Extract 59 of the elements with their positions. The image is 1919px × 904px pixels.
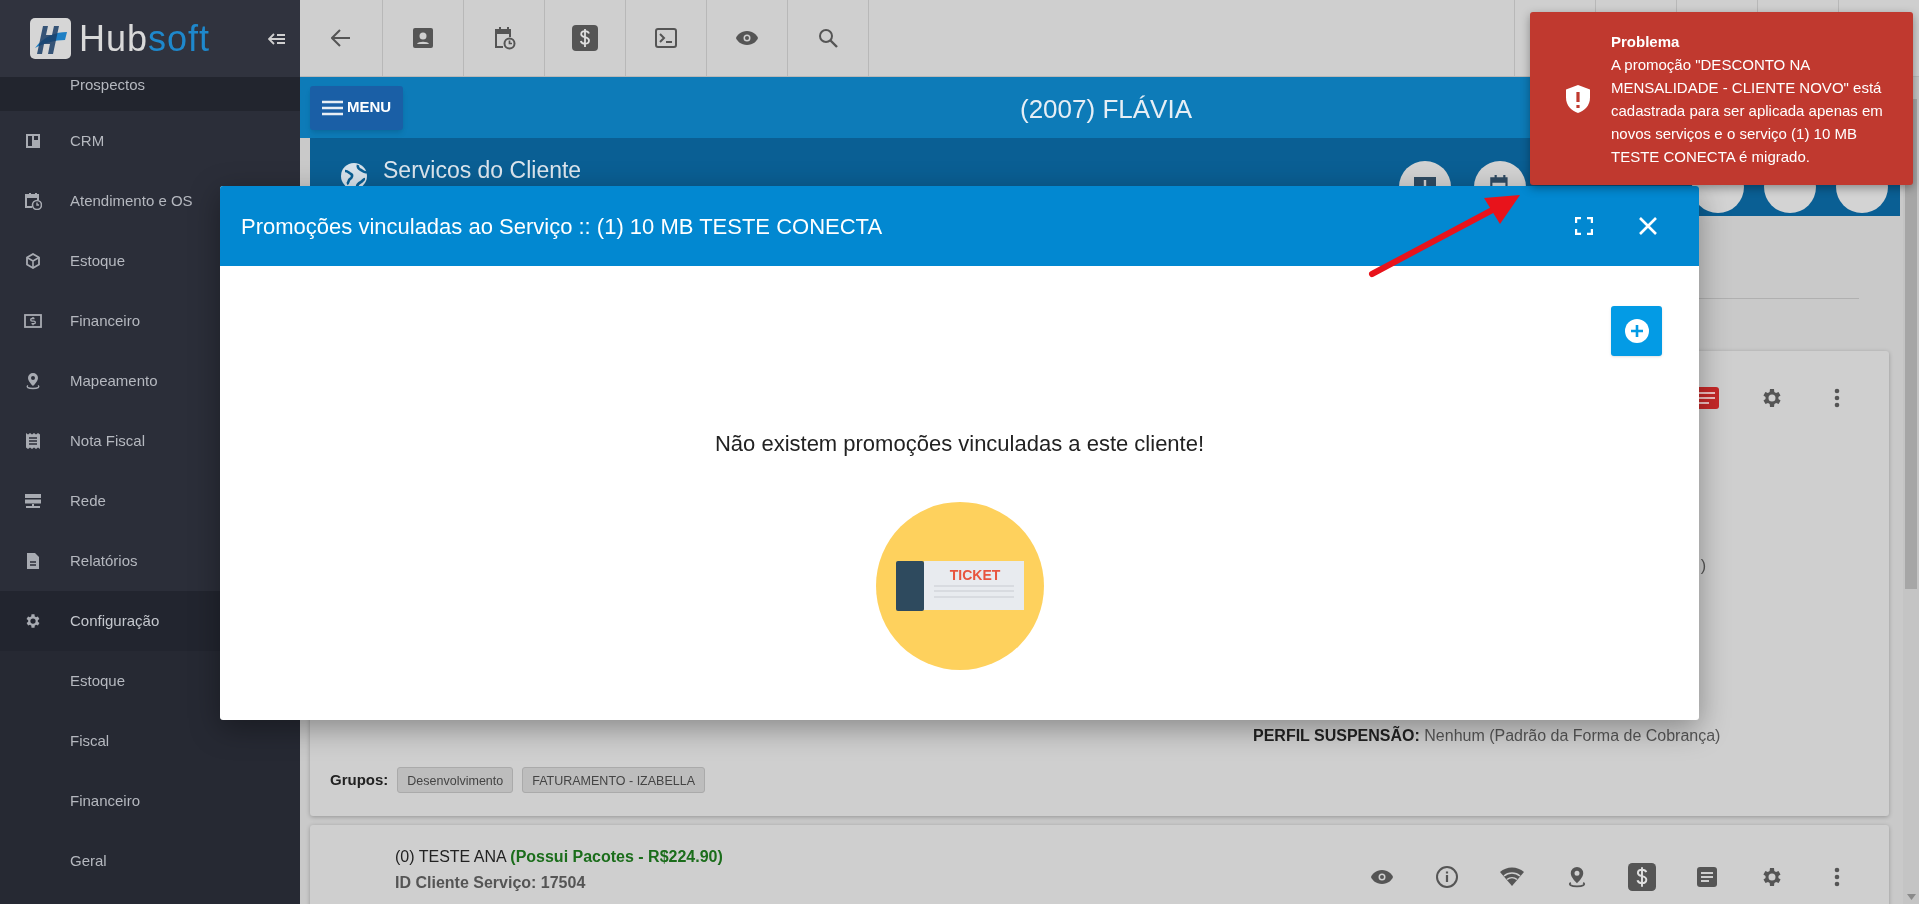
- sidebar-item[interactable]: Nota Fiscal: [0, 411, 300, 471]
- collapse-icon[interactable]: [268, 31, 286, 46]
- more-options-icon[interactable]: [1833, 867, 1840, 887]
- sidebar-item[interactable]: Financeiro: [0, 291, 300, 351]
- group-tag: Desenvolvimento: [397, 767, 514, 793]
- wifi-icon[interactable]: [1498, 867, 1525, 887]
- close-icon[interactable]: [1639, 217, 1657, 235]
- sidebar-subitem[interactable]: Financeiro: [0, 771, 300, 831]
- money-icon: [24, 314, 42, 328]
- add-icon: [1623, 318, 1650, 344]
- location-pin-icon[interactable]: [1566, 865, 1587, 889]
- section-title: Servicos do Cliente: [383, 156, 582, 184]
- ticket-label: TICKET: [949, 567, 1000, 583]
- info-icon[interactable]: [1434, 865, 1459, 889]
- modal-title: Promoções vinculadas ao Serviço :: (1) 10 MB TESTE CONECTA: [241, 212, 883, 241]
- dollar-icon[interactable]: [1627, 863, 1656, 891]
- fullscreen-icon[interactable]: [1575, 217, 1593, 235]
- more-options-icon[interactable]: [1833, 388, 1840, 408]
- notification-message: A promoção "DESCONTO NA MENSALIDADE - CLIENTE NOVO" está cadastrada para ser aplicada apenas em novos serviços e o serviço (1) 10 MB TESTE CONECTA é migrado.: [1611, 54, 1884, 167]
- back-arrow-icon[interactable]: [331, 29, 351, 47]
- eye-icon[interactable]: [735, 30, 759, 46]
- logo-icon: [30, 18, 71, 59]
- client-title: (2007) FLÁVIA: [1020, 93, 1192, 126]
- document-icon: [26, 552, 40, 570]
- sidebar-subitem[interactable]: Fiscal: [0, 711, 300, 771]
- board-icon: [25, 133, 41, 149]
- notes-icon[interactable]: [1694, 865, 1719, 889]
- detail-text: ): [1700, 556, 1706, 576]
- scrollbar[interactable]: [1903, 77, 1919, 904]
- settings-icon: [24, 612, 42, 630]
- groups-label: Grupos:: [330, 769, 389, 790]
- sidebar-item[interactable]: CRM: [0, 111, 300, 171]
- contact-card-icon[interactable]: [413, 28, 433, 48]
- calendar-clock-icon: [24, 192, 42, 210]
- dollar-icon[interactable]: [572, 25, 598, 51]
- sidebar-subitem[interactable]: Geral: [0, 831, 300, 891]
- empty-message: Não existem promoções vinculadas a este cliente!: [714, 431, 1205, 457]
- terminal-icon[interactable]: [655, 28, 677, 48]
- server-icon: [24, 493, 42, 509]
- location-pin-icon: [25, 372, 41, 390]
- shield-alert-icon: [1564, 83, 1592, 114]
- brand-name: Hubsoft: [79, 20, 211, 57]
- group-tag: FATURAMENTO - IZABELLA: [522, 767, 705, 793]
- add-button[interactable]: [1611, 306, 1662, 356]
- service-name: (0) TESTE ANA (Possui Pacotes - R$224.90): [395, 847, 723, 867]
- detail-text: PERFIL SUSPENSÃO: Nenhum (Padrão da Forma de Cobrança): [1253, 725, 1722, 746]
- receipt-icon: [25, 432, 41, 450]
- sidebar-subitem[interactable]: Prospectos: [0, 77, 300, 111]
- menu-icon: [322, 99, 343, 116]
- menu-button[interactable]: MENU: [310, 85, 404, 130]
- notification-title: Problema: [1611, 31, 1681, 52]
- sidebar-item[interactable]: Mapeamento: [0, 351, 300, 411]
- calendar-clock-icon[interactable]: [492, 26, 516, 50]
- eye-icon[interactable]: [1369, 869, 1394, 885]
- cube-icon: [25, 253, 41, 269]
- sidebar-item[interactable]: Rede: [0, 471, 300, 531]
- search-icon[interactable]: [818, 28, 838, 48]
- service-id: ID Cliente Serviço: 17504: [395, 873, 587, 893]
- sidebar-item[interactable]: Relatórios: [0, 531, 300, 591]
